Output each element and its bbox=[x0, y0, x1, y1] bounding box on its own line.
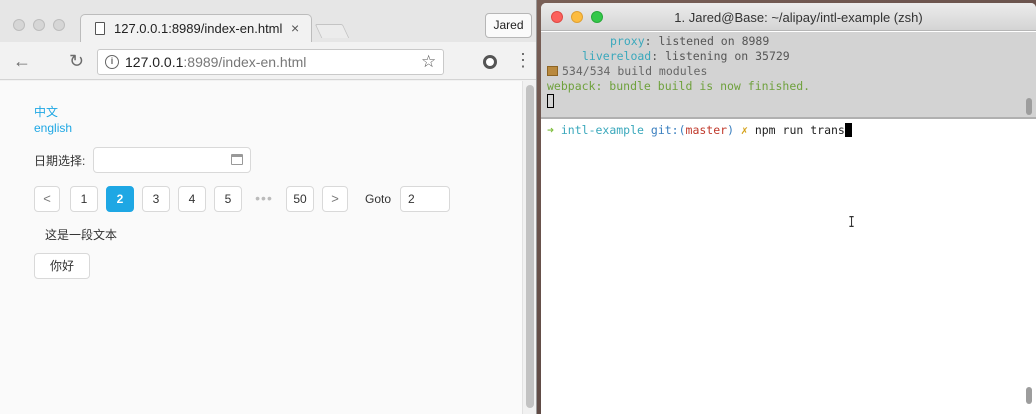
info-icon[interactable]: i bbox=[105, 55, 119, 69]
page-icon bbox=[95, 22, 105, 35]
proxy-key: proxy bbox=[610, 34, 645, 48]
bookmark-star-icon[interactable]: ☆ bbox=[421, 52, 436, 72]
goto-label: Goto bbox=[365, 192, 392, 206]
terminal-top-scrollbar[interactable] bbox=[1026, 98, 1032, 115]
lang-link-en[interactable]: english bbox=[34, 121, 72, 135]
prompt-dirty-icon: ✗ bbox=[740, 123, 748, 137]
browser-window: 127.0.0.1:8989/index-en.html × Jared ← ↻… bbox=[0, 0, 537, 414]
prompt-command: npm run trans bbox=[754, 123, 845, 137]
extension-icon[interactable] bbox=[483, 55, 497, 69]
date-picker-label: 日期选择: bbox=[34, 154, 86, 168]
prompt-dir: intl-example bbox=[560, 123, 644, 137]
pagination-page-50[interactable]: 50 bbox=[286, 186, 314, 212]
kebab-menu-icon[interactable]: ⋮ bbox=[514, 50, 532, 71]
terminal-pane-bottom[interactable]: ➜ intl-example git:(master) ✗ npm run tr… bbox=[541, 119, 1036, 414]
modules-text: 534/534 build modules bbox=[562, 64, 708, 78]
terminal-pane-top[interactable]: proxy: listened on 8989 livereload: list… bbox=[541, 32, 1036, 117]
prompt-arrow-icon: ➜ bbox=[547, 123, 554, 137]
calendar-icon[interactable] bbox=[231, 154, 243, 165]
pagination-page-5[interactable]: 5 bbox=[214, 186, 242, 212]
minimize-window-button[interactable] bbox=[33, 19, 45, 31]
goto-input[interactable]: 2 bbox=[400, 186, 450, 212]
text-cursor-ibeam-icon: I bbox=[848, 213, 855, 231]
date-picker-input[interactable] bbox=[93, 147, 251, 173]
terminal-line-modules: 534/534 build modules bbox=[547, 64, 707, 78]
url-host: 127.0.0.1 bbox=[125, 54, 184, 70]
terminal-window: 1. Jared@Base: ~/alipay/intl-example (zs… bbox=[541, 3, 1036, 414]
terminal-line-proxy: proxy: listened on 8989 bbox=[610, 34, 769, 48]
lang-link-zh[interactable]: 中文 bbox=[34, 103, 58, 120]
reload-icon[interactable]: ↻ bbox=[69, 52, 84, 70]
terminal-cursor-inactive bbox=[547, 94, 554, 108]
browser-toolbar: ← ↻ i 127.0.0.1:8989/index-en.html ☆ ⋮ bbox=[0, 42, 536, 80]
terminal-prompt-line: ➜ intl-example git:(master) ✗ npm run tr… bbox=[547, 123, 852, 137]
livereload-value: listening on 35729 bbox=[665, 49, 790, 63]
pagination-page-4[interactable]: 4 bbox=[178, 186, 206, 212]
url-text: 127.0.0.1:8989/index-en.html bbox=[125, 54, 306, 70]
pagination-page-1[interactable]: 1 bbox=[70, 186, 98, 212]
terminal-titlebar: 1. Jared@Base: ~/alipay/intl-example (zs… bbox=[541, 3, 1036, 31]
livereload-sep: : bbox=[651, 49, 666, 63]
browser-tab[interactable]: 127.0.0.1:8989/index-en.html × bbox=[80, 14, 312, 43]
terminal-line-webpack: webpack: bundle build is now finished. bbox=[547, 79, 811, 93]
url-path: :8989/index-en.html bbox=[183, 54, 307, 70]
terminal-cursor bbox=[844, 123, 852, 137]
pagination-page-3[interactable]: 3 bbox=[142, 186, 170, 212]
pagination-ellipsis[interactable]: ••• bbox=[253, 186, 275, 210]
maximize-window-button[interactable] bbox=[53, 19, 65, 31]
pagination-next-button[interactable]: > bbox=[322, 186, 348, 212]
terminal-title: 1. Jared@Base: ~/alipay/intl-example (zs… bbox=[674, 10, 923, 25]
tab-close-icon[interactable]: × bbox=[291, 20, 299, 36]
hello-button[interactable]: 你好 bbox=[34, 253, 90, 279]
paragraph-text: 这是一段文本 bbox=[45, 228, 118, 242]
pagination-page-2-active[interactable]: 2 bbox=[106, 186, 134, 212]
page-scrollbar[interactable] bbox=[522, 81, 536, 414]
page-viewport: 中文 english 日期选择: < 1 2 3 4 5 ••• 50 > Go… bbox=[0, 81, 522, 414]
pagination-prev-button[interactable]: < bbox=[34, 186, 60, 212]
back-arrow-icon[interactable]: ← bbox=[13, 52, 31, 70]
terminal-line-livereload: livereload: listening on 35729 bbox=[582, 49, 790, 63]
proxy-value: listened on 8989 bbox=[658, 34, 770, 48]
tab-title: 127.0.0.1:8989/index-en.html bbox=[114, 21, 283, 36]
prompt-git-label: git:( bbox=[650, 123, 686, 137]
close-window-button[interactable] bbox=[13, 19, 25, 31]
page-scrollbar-thumb[interactable] bbox=[526, 85, 534, 408]
profile-button[interactable]: Jared bbox=[485, 13, 532, 38]
livereload-key: livereload bbox=[582, 49, 652, 63]
prompt-git-close: ) bbox=[727, 123, 735, 137]
package-icon bbox=[547, 66, 558, 76]
prompt-branch: master bbox=[685, 123, 728, 137]
proxy-sep: : bbox=[644, 34, 659, 48]
address-bar[interactable]: i 127.0.0.1:8989/index-en.html ☆ bbox=[97, 49, 444, 75]
browser-titlebar: 127.0.0.1:8989/index-en.html × Jared bbox=[0, 0, 536, 43]
new-tab-button[interactable] bbox=[314, 24, 350, 38]
terminal-bottom-scrollbar[interactable] bbox=[1026, 387, 1032, 404]
